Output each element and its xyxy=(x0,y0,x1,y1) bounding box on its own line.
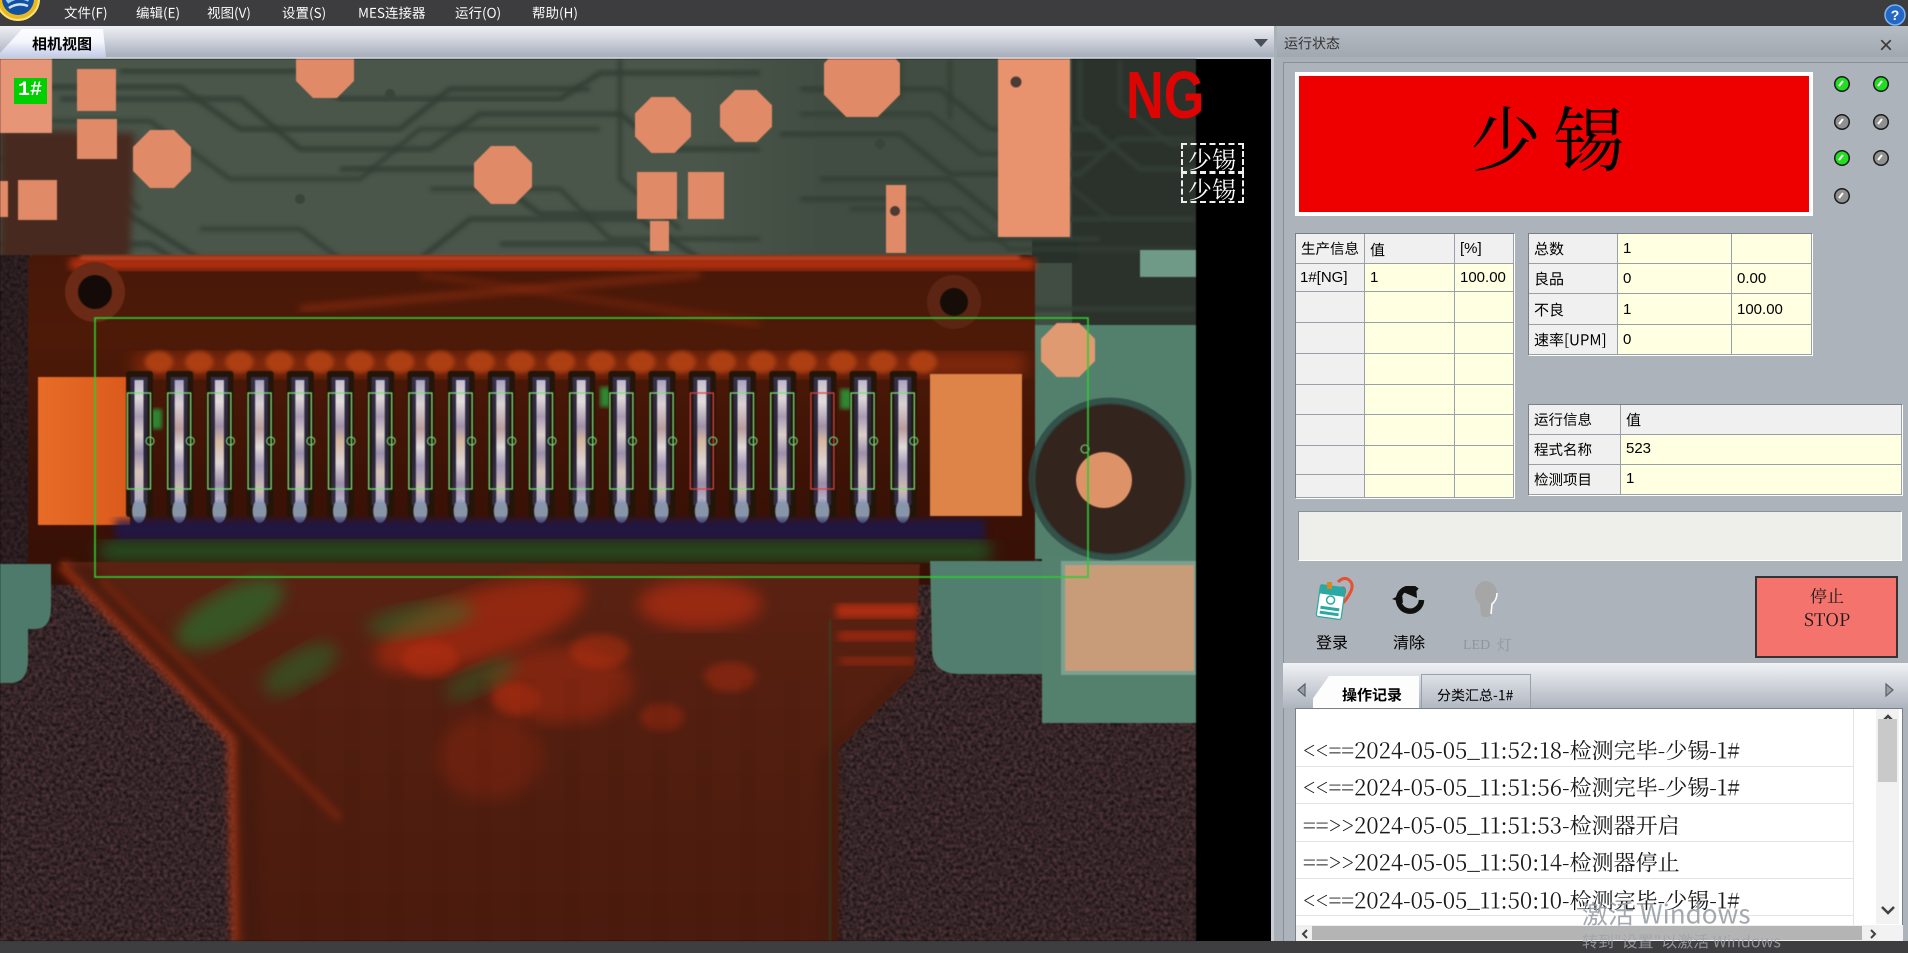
svg-text:?: ? xyxy=(1891,7,1900,23)
